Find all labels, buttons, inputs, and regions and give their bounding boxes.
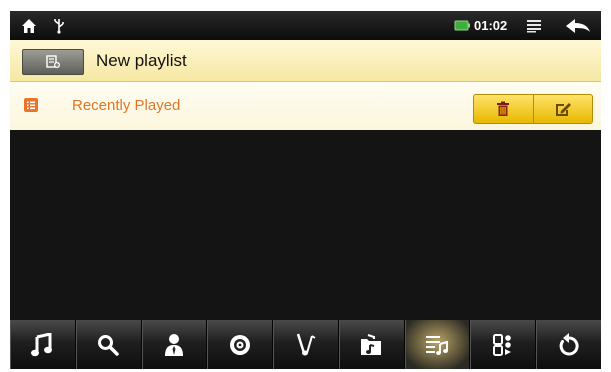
tab-genres[interactable] bbox=[273, 320, 339, 369]
new-playlist-bar: New playlist bbox=[10, 40, 601, 82]
clock: 01:02 bbox=[474, 18, 508, 33]
battery-icon bbox=[453, 11, 471, 40]
edit-button[interactable] bbox=[532, 95, 593, 123]
content-area bbox=[10, 130, 601, 320]
refresh-icon bbox=[558, 332, 580, 357]
delete-button[interactable] bbox=[474, 95, 533, 123]
tab-artists[interactable] bbox=[142, 320, 208, 369]
menu-icon[interactable] bbox=[523, 11, 545, 40]
genre-icon bbox=[295, 333, 317, 357]
apps-icon bbox=[492, 333, 514, 356]
home-icon[interactable] bbox=[18, 11, 40, 40]
new-playlist-icon bbox=[45, 55, 61, 69]
status-bar: 01:02 bbox=[10, 11, 601, 40]
playlist-icon bbox=[425, 334, 449, 356]
edit-icon bbox=[554, 101, 572, 117]
new-playlist-label[interactable]: New playlist bbox=[96, 40, 187, 81]
bottom-toolbar bbox=[10, 320, 601, 369]
row-actions bbox=[473, 94, 593, 124]
list-item-label: Recently Played bbox=[72, 97, 181, 114]
playlist-icon bbox=[24, 98, 38, 112]
album-icon bbox=[229, 334, 251, 356]
folder-music-icon bbox=[360, 333, 382, 356]
tab-folders[interactable] bbox=[339, 320, 405, 369]
tab-songs[interactable] bbox=[10, 320, 76, 369]
new-playlist-button[interactable] bbox=[22, 49, 84, 75]
artist-icon bbox=[163, 333, 185, 357]
back-icon[interactable] bbox=[563, 11, 593, 40]
list-item[interactable]: Recently Played bbox=[10, 82, 601, 130]
music-note-icon bbox=[31, 332, 53, 357]
search-icon bbox=[97, 334, 119, 356]
tab-refresh[interactable] bbox=[536, 320, 601, 369]
delete-icon bbox=[496, 101, 510, 117]
screen: 01:02 New playlist Recently Played bbox=[10, 11, 601, 369]
tab-playlists[interactable] bbox=[404, 320, 471, 369]
tab-search[interactable] bbox=[76, 320, 142, 369]
tab-albums[interactable] bbox=[207, 320, 274, 369]
tab-apps[interactable] bbox=[470, 320, 537, 369]
usb-icon bbox=[48, 11, 70, 40]
